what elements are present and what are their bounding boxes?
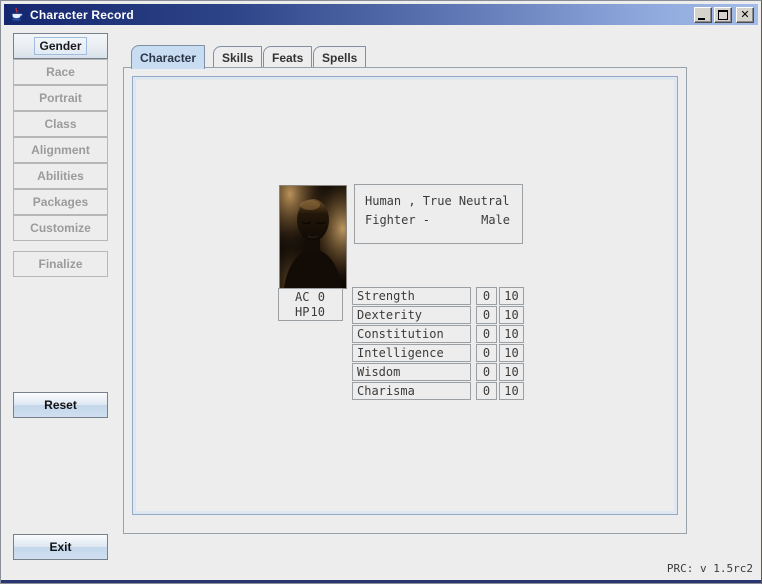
- close-icon: ✕: [740, 10, 749, 20]
- ability-mod: 0: [476, 363, 497, 381]
- ability-name: Strength: [352, 287, 471, 305]
- exit-button[interactable]: Exit: [13, 534, 108, 560]
- sidebar-button-class[interactable]: Class: [13, 111, 108, 137]
- character-portrait: [279, 185, 347, 289]
- ability-score: 10: [499, 287, 524, 305]
- ability-name: Constitution: [352, 325, 471, 343]
- java-coffee-icon: [9, 7, 24, 22]
- ability-score: 10: [499, 344, 524, 362]
- hp-value: 10: [311, 305, 325, 320]
- reset-button[interactable]: Reset: [13, 392, 108, 418]
- sidebar-button-customize[interactable]: Customize: [13, 215, 108, 241]
- ability-score: 10: [499, 306, 524, 324]
- ability-mod: 0: [476, 382, 497, 400]
- maximize-icon: [718, 10, 728, 20]
- character-summary-box: Human , True Neutral Fighter - Male: [354, 184, 523, 244]
- sidebar-button-race[interactable]: Race: [13, 59, 108, 85]
- minimize-button[interactable]: [694, 7, 712, 23]
- summary-class: Fighter -: [365, 213, 430, 227]
- sidebar-button-abilities[interactable]: Abilities: [13, 163, 108, 189]
- ability-name: Dexterity: [352, 306, 471, 324]
- button-label: Class: [40, 116, 80, 132]
- ability-name: Charisma: [352, 382, 471, 400]
- sidebar-button-gender[interactable]: Gender: [13, 33, 108, 59]
- tab-feats[interactable]: Feats: [263, 46, 312, 68]
- maximize-button[interactable]: [714, 7, 732, 23]
- tab-content-panel: Human , True Neutral Fighter - Male AC 0…: [123, 67, 687, 534]
- button-label: Portrait: [35, 90, 86, 106]
- window-bottom-edge: [1, 580, 761, 583]
- button-label: Abilities: [33, 168, 88, 184]
- ability-score: 10: [499, 382, 524, 400]
- titlebar[interactable]: Character Record ✕: [4, 4, 758, 25]
- sidebar-button-portrait[interactable]: Portrait: [13, 85, 108, 111]
- ability-name: Wisdom: [352, 363, 471, 381]
- ability-mod: 0: [476, 344, 497, 362]
- character-record-window: Character Record ✕ Gender Race Portrait …: [0, 0, 762, 584]
- version-label: PRC: v 1.5rc2: [667, 562, 753, 575]
- button-label: Finalize: [34, 256, 86, 272]
- hp-label: HP: [295, 305, 309, 320]
- ability-score: 10: [499, 363, 524, 381]
- minimize-icon: [698, 18, 705, 20]
- button-label: Gender: [34, 37, 86, 55]
- ability-mod: 0: [476, 287, 497, 305]
- ability-mod: 0: [476, 306, 497, 324]
- sidebar-button-packages[interactable]: Packages: [13, 189, 108, 215]
- button-label: Customize: [26, 220, 95, 236]
- window-title: Character Record: [30, 8, 134, 22]
- close-button[interactable]: ✕: [736, 7, 754, 23]
- ac-value: 0: [318, 290, 325, 305]
- tab-skills[interactable]: Skills: [213, 46, 262, 68]
- summary-race-alignment: Human , True Neutral: [365, 194, 510, 208]
- summary-gender: Male: [481, 213, 510, 227]
- ac-hp-box: AC 0 HP 10: [278, 288, 343, 321]
- ability-mod: 0: [476, 325, 497, 343]
- sidebar-button-finalize[interactable]: Finalize: [13, 251, 108, 277]
- button-label: Packages: [29, 194, 92, 210]
- ability-name: Intelligence: [352, 344, 471, 362]
- tab-character[interactable]: Character: [131, 45, 205, 69]
- button-label: Race: [42, 64, 79, 80]
- ability-score: 10: [499, 325, 524, 343]
- button-label: Alignment: [27, 142, 94, 158]
- sidebar-button-alignment[interactable]: Alignment: [13, 137, 108, 163]
- tab-spells[interactable]: Spells: [313, 46, 366, 68]
- character-panel: Human , True Neutral Fighter - Male AC 0…: [132, 76, 678, 515]
- ac-label: AC: [295, 290, 309, 305]
